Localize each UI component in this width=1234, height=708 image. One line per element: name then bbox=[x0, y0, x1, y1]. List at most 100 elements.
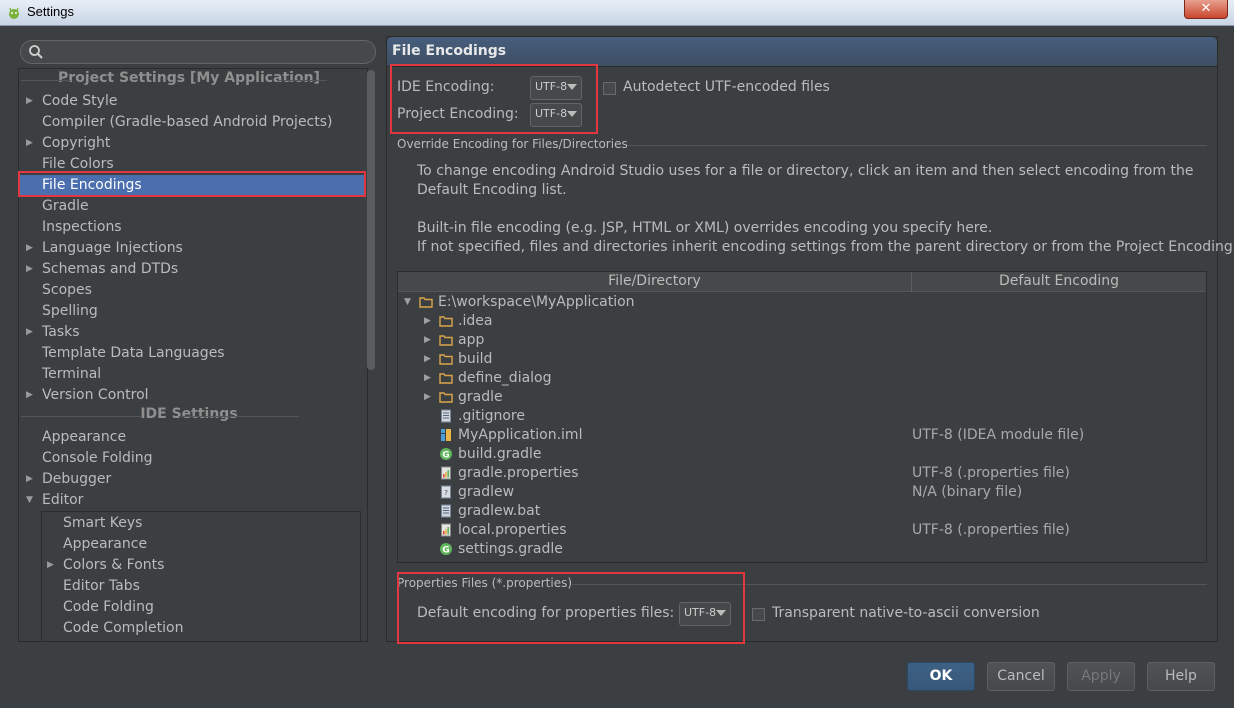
sidebar-item-compiler-gradle-based-android-projects[interactable]: Compiler (Gradle-based Android Projects) bbox=[42, 112, 333, 133]
settings-search-input[interactable] bbox=[20, 40, 376, 64]
table-row[interactable]: gradlew.bat bbox=[398, 502, 1206, 521]
sidebar-item-label: Smart Keys bbox=[63, 515, 143, 531]
sidebar-item-editor-colors-fonts[interactable]: ▶ Colors & Fonts bbox=[47, 555, 165, 576]
chevron-right-icon[interactable]: ▶ bbox=[424, 336, 431, 345]
table-row[interactable]: .gitignore bbox=[398, 407, 1206, 426]
sidebar-item-debugger[interactable]: ▶ Debugger bbox=[26, 469, 112, 490]
table-row[interactable]: gradle.properties UTF-8 (.properties file… bbox=[398, 464, 1206, 483]
table-row[interactable]: ? gradlew N/A (binary file) bbox=[398, 483, 1206, 502]
table-row[interactable]: ▶ define_dialog bbox=[398, 369, 1206, 388]
sidebar-item-editor-code-folding[interactable]: Code Folding bbox=[63, 597, 154, 618]
chevron-right-icon[interactable]: ▶ bbox=[26, 385, 33, 406]
file-name: local.properties bbox=[458, 522, 567, 538]
settings-tree: Project Settings [My Application] ▶ Code S… bbox=[18, 68, 368, 642]
sidebar-item-editor-appearance[interactable]: Appearance bbox=[63, 534, 147, 555]
sidebar-item-tasks[interactable]: ▶ Tasks bbox=[26, 322, 80, 343]
properties-encoding-select[interactable]: UTF-8 bbox=[679, 602, 731, 626]
sidebar-item-appearance[interactable]: Appearance bbox=[42, 427, 126, 448]
sidebar-item-editor[interactable]: ▼ Editor bbox=[26, 490, 83, 511]
sidebar-item-code-style[interactable]: ▶ Code Style bbox=[26, 91, 117, 112]
sidebar-item-version-control[interactable]: ▶ Version Control bbox=[26, 385, 149, 406]
file-name: .idea bbox=[458, 313, 493, 329]
file-encoding[interactable]: UTF-8 (.properties file) bbox=[912, 464, 1070, 483]
sidebar-item-editor-smart-keys[interactable]: Smart Keys bbox=[63, 513, 142, 534]
ok-button[interactable]: OK bbox=[907, 662, 975, 691]
chevron-right-icon[interactable]: ▶ bbox=[47, 555, 54, 576]
table-header: File/Directory Default Encoding bbox=[398, 272, 1206, 292]
description-line-3: Built-in file encoding (e.g. JSP, HTML o… bbox=[417, 220, 993, 236]
sidebar-scrollbar[interactable] bbox=[367, 70, 375, 370]
column-header-file[interactable]: File/Directory bbox=[398, 273, 911, 289]
sidebar-item-file-colors[interactable]: File Colors bbox=[42, 154, 114, 175]
text-file-icon bbox=[439, 409, 453, 423]
cancel-button[interactable]: Cancel bbox=[987, 662, 1055, 691]
sidebar-item-editor-editor-tabs[interactable]: Editor Tabs bbox=[63, 576, 140, 597]
chevron-right-icon[interactable]: ▶ bbox=[424, 374, 431, 383]
ide-encoding-value: UTF-8 bbox=[535, 80, 568, 93]
properties-file-icon bbox=[439, 523, 453, 537]
sidebar-item-terminal[interactable]: Terminal bbox=[42, 364, 101, 385]
chevron-right-icon[interactable]: ▶ bbox=[26, 469, 33, 490]
help-button[interactable]: Help bbox=[1147, 662, 1215, 691]
autodetect-checkbox[interactable] bbox=[603, 82, 616, 95]
sidebar-item-console-folding[interactable]: Console Folding bbox=[42, 448, 153, 469]
sidebar-item-label: Compiler (Gradle-based Android Projects) bbox=[42, 114, 333, 130]
sidebar-item-label: Language Injections bbox=[42, 240, 183, 256]
chevron-right-icon[interactable]: ▶ bbox=[424, 393, 431, 402]
folder-icon bbox=[439, 352, 453, 366]
sidebar-item-editor-code-completion[interactable]: Code Completion bbox=[63, 618, 183, 639]
sidebar-item-gradle[interactable]: Gradle bbox=[42, 196, 89, 217]
override-group-title: Override Encoding for Files/Directories bbox=[397, 137, 628, 151]
sidebar-item-language-injections[interactable]: ▶ Language Injections bbox=[26, 238, 183, 259]
sidebar-item-label: Terminal bbox=[42, 366, 102, 382]
close-button[interactable]: ✕ bbox=[1184, 0, 1228, 19]
chevron-down-icon[interactable]: ▼ bbox=[26, 490, 33, 511]
column-header-encoding[interactable]: Default Encoding bbox=[912, 273, 1206, 289]
chevron-right-icon[interactable]: ▶ bbox=[26, 322, 33, 343]
description-line-2: Default Encoding list. bbox=[417, 182, 567, 198]
file-encoding[interactable]: N/A (binary file) bbox=[912, 483, 1022, 502]
table-row[interactable]: MyApplication.iml UTF-8 (IDEA module file… bbox=[398, 426, 1206, 445]
sidebar-item-label: Debugger bbox=[42, 471, 112, 487]
file-name: gradlew.bat bbox=[458, 503, 541, 519]
table-row[interactable]: Gbuild.gradle bbox=[398, 445, 1206, 464]
table-row[interactable]: ▼ E:\workspace\MyApplication bbox=[398, 293, 1206, 312]
table-row[interactable]: Gsettings.gradle bbox=[398, 540, 1206, 559]
chevron-right-icon[interactable]: ▶ bbox=[424, 355, 431, 364]
table-row[interactable]: local.properties UTF-8 (.properties file) bbox=[398, 521, 1206, 540]
sidebar-item-label: Template Data Languages bbox=[42, 345, 225, 361]
chevron-down-icon[interactable]: ▼ bbox=[404, 298, 411, 307]
table-row[interactable]: ▶ .idea bbox=[398, 312, 1206, 331]
binary-file-icon: ? bbox=[439, 485, 453, 499]
sidebar-item-scopes[interactable]: Scopes bbox=[42, 280, 92, 301]
file-name: build bbox=[458, 351, 493, 367]
sidebar-item-copyright[interactable]: ▶ Copyright bbox=[26, 133, 111, 154]
native-to-ascii-checkbox[interactable] bbox=[752, 608, 765, 621]
project-encoding-select[interactable]: UTF-8 bbox=[530, 103, 582, 127]
chevron-right-icon[interactable]: ▶ bbox=[26, 91, 33, 112]
apply-button[interactable]: Apply bbox=[1067, 662, 1135, 691]
sidebar-item-label: Colors & Fonts bbox=[63, 557, 165, 573]
sidebar-item-label: File Colors bbox=[42, 156, 114, 172]
chevron-right-icon[interactable]: ▶ bbox=[26, 259, 33, 280]
table-row[interactable]: ▶ app bbox=[398, 331, 1206, 350]
sidebar-item-template-data-languages[interactable]: Template Data Languages bbox=[42, 343, 225, 364]
chevron-right-icon[interactable]: ▶ bbox=[26, 238, 33, 259]
file-encoding[interactable]: UTF-8 (IDEA module file) bbox=[912, 426, 1084, 445]
table-row[interactable]: ▶ gradle bbox=[398, 388, 1206, 407]
chevron-right-icon[interactable]: ▶ bbox=[424, 317, 431, 326]
table-row[interactable]: ▶ build bbox=[398, 350, 1206, 369]
sidebar-item-file-encodings[interactable]: File Encodings bbox=[20, 175, 364, 196]
sidebar-item-spelling[interactable]: Spelling bbox=[42, 301, 98, 322]
sidebar-item-inspections[interactable]: Inspections bbox=[42, 217, 122, 238]
sidebar-item-schemas-and-dtds[interactable]: ▶ Schemas and DTDs bbox=[26, 259, 178, 280]
file-encoding[interactable]: UTF-8 (.properties file) bbox=[912, 521, 1070, 540]
properties-group-title: Properties Files (*.properties) bbox=[397, 576, 573, 590]
ide-encoding-select[interactable]: UTF-8 bbox=[530, 76, 582, 100]
sidebar-item-editor-auto-import[interactable]: Auto Import bbox=[63, 639, 146, 641]
chevron-down-icon bbox=[567, 84, 577, 90]
chevron-right-icon[interactable]: ▶ bbox=[26, 133, 33, 154]
sidebar-item-label: Copyright bbox=[42, 135, 111, 151]
svg-text:G: G bbox=[442, 451, 449, 461]
chevron-down-icon bbox=[716, 610, 726, 616]
